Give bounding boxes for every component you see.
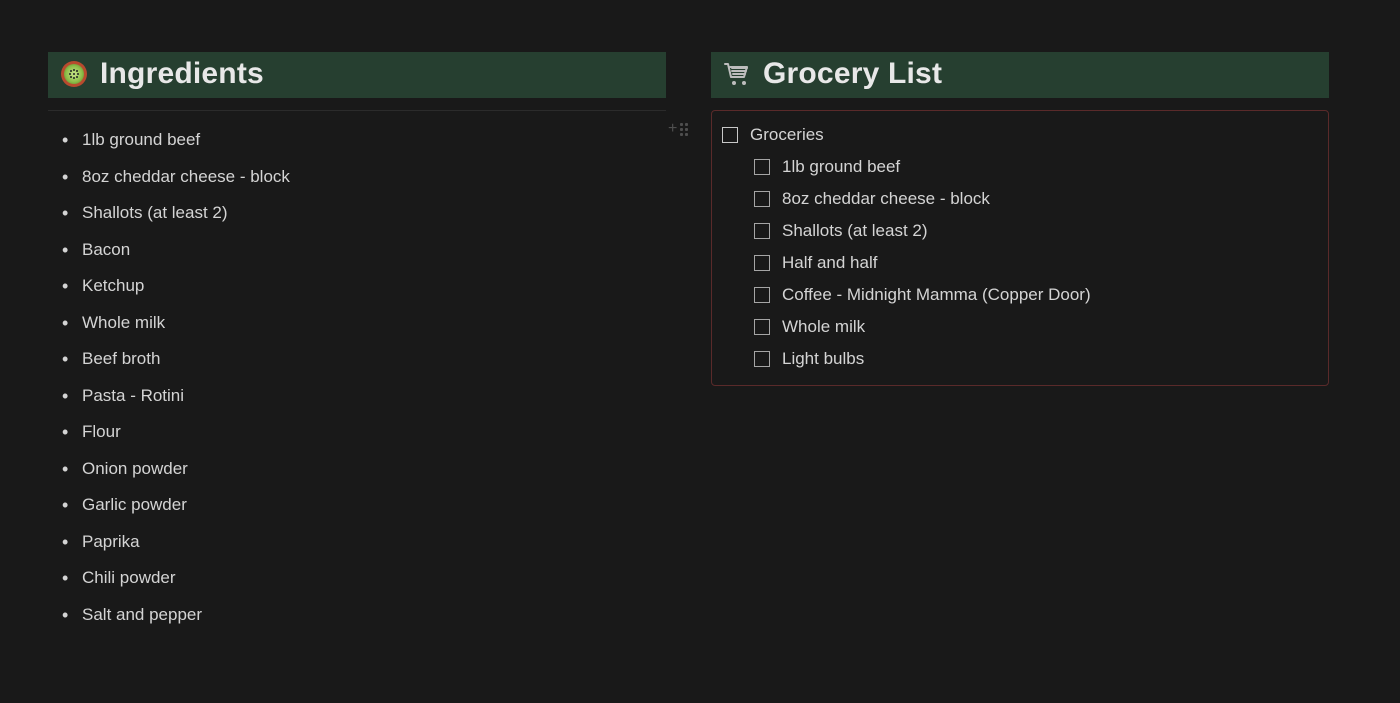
- list-item[interactable]: Beef broth: [62, 346, 666, 372]
- todo-label: Half and half: [782, 253, 877, 273]
- todo-item[interactable]: Half and half: [720, 247, 1320, 279]
- add-block-button[interactable]: +: [668, 121, 677, 137]
- list-item[interactable]: 8oz cheddar cheese - block: [62, 164, 666, 190]
- kiwi-icon: [58, 58, 90, 90]
- grocery-column: Grocery List + Groceries 1lb ground beef…: [711, 52, 1329, 638]
- checkbox-icon[interactable]: [754, 319, 770, 335]
- grocery-title: Grocery List: [763, 57, 942, 91]
- list-item[interactable]: Flour: [62, 419, 666, 445]
- todo-item[interactable]: 8oz cheddar cheese - block: [720, 183, 1320, 215]
- todo-label: Coffee - Midnight Mamma (Copper Door): [782, 285, 1091, 305]
- checkbox-icon[interactable]: [754, 191, 770, 207]
- todo-label: 1lb ground beef: [782, 157, 900, 177]
- grocery-todo-block[interactable]: + Groceries 1lb ground beef8oz cheddar c…: [711, 110, 1329, 386]
- list-item[interactable]: Garlic powder: [62, 492, 666, 518]
- list-item[interactable]: 1lb ground beef: [62, 127, 666, 153]
- todo-label: Light bulbs: [782, 349, 864, 369]
- list-item[interactable]: Chili powder: [62, 565, 666, 591]
- list-item[interactable]: Paprika: [62, 529, 666, 555]
- todo-label: Groceries: [750, 125, 824, 145]
- list-item[interactable]: Pasta - Rotini: [62, 383, 666, 409]
- checkbox-icon[interactable]: [754, 223, 770, 239]
- shopping-cart-icon: [721, 58, 753, 90]
- todo-item-parent[interactable]: Groceries: [720, 119, 1320, 151]
- list-item[interactable]: Ketchup: [62, 273, 666, 299]
- todo-item[interactable]: Shallots (at least 2): [720, 215, 1320, 247]
- list-item[interactable]: Bacon: [62, 237, 666, 263]
- list-item[interactable]: Shallots (at least 2): [62, 200, 666, 226]
- checkbox-icon[interactable]: [754, 255, 770, 271]
- list-item[interactable]: Whole milk: [62, 310, 666, 336]
- todo-label: Shallots (at least 2): [782, 221, 928, 241]
- todo-item[interactable]: Light bulbs: [720, 343, 1320, 375]
- divider: [48, 110, 666, 111]
- grocery-heading[interactable]: Grocery List: [711, 52, 1329, 98]
- checkbox-icon[interactable]: [754, 159, 770, 175]
- ingredients-column: Ingredients 1lb ground beef 8oz cheddar c…: [48, 52, 666, 638]
- ingredients-heading[interactable]: Ingredients: [48, 52, 666, 98]
- todo-label: 8oz cheddar cheese - block: [782, 189, 990, 209]
- checkbox-icon[interactable]: [754, 351, 770, 367]
- todo-item[interactable]: 1lb ground beef: [720, 151, 1320, 183]
- list-item[interactable]: Salt and pepper: [62, 602, 666, 628]
- todo-item[interactable]: Coffee - Midnight Mamma (Copper Door): [720, 279, 1320, 311]
- checkbox-icon[interactable]: [754, 287, 770, 303]
- todo-item[interactable]: Whole milk: [720, 311, 1320, 343]
- list-item[interactable]: Onion powder: [62, 456, 666, 482]
- ingredients-list: 1lb ground beef 8oz cheddar cheese - bloc…: [48, 127, 666, 627]
- drag-handle-icon[interactable]: [680, 123, 692, 136]
- ingredients-title: Ingredients: [100, 57, 264, 91]
- block-handles: +: [668, 121, 692, 137]
- checkbox-icon[interactable]: [722, 127, 738, 143]
- todo-label: Whole milk: [782, 317, 865, 337]
